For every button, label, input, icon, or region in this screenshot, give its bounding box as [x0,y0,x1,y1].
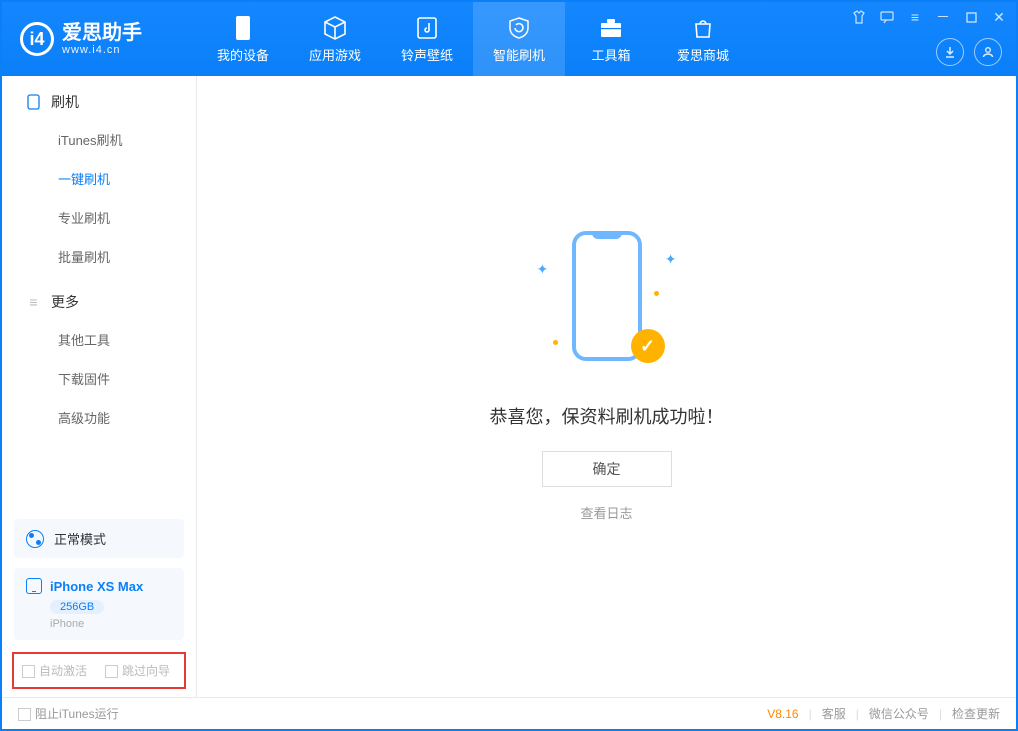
body: 刷机 iTunes刷机 一键刷机 专业刷机 批量刷机 ≡ 更多 其他工具 下载固… [2,76,1016,697]
options-highlight-box: 自动激活 跳过向导 [12,652,186,689]
sidebar: 刷机 iTunes刷机 一键刷机 专业刷机 批量刷机 ≡ 更多 其他工具 下载固… [2,76,197,697]
tab-label: 我的设备 [217,45,269,64]
check-update-link[interactable]: 检查更新 [952,705,1000,722]
music-note-icon [414,15,440,41]
support-link[interactable]: 客服 [822,705,846,722]
checkbox-label: 自动激活 [39,664,87,678]
checkbox-icon [22,665,35,678]
header: i4 爱思助手 www.i4.cn 我的设备 应用游戏 [2,2,1016,76]
tab-label: 爱思商城 [677,45,729,64]
tab-ringtone-wallpaper[interactable]: 铃声壁纸 [381,2,473,76]
tab-my-device[interactable]: 我的设备 [197,2,289,76]
group-title: 更多 [51,292,79,312]
tab-label: 应用游戏 [309,45,361,64]
phone-outline-icon [26,95,41,110]
footer: 阻止iTunes运行 V8.16 | 客服 | 微信公众号 | 检查更新 [2,697,1016,729]
checkbox-skip-guide[interactable]: 跳过向导 [105,662,170,679]
device-phone-icon [26,578,42,594]
sidebar-group-more: ≡ 更多 [2,276,196,320]
device-name: iPhone XS Max [50,579,143,594]
tab-label: 工具箱 [591,45,630,64]
sidebar-nav: 刷机 iTunes刷机 一键刷机 专业刷机 批量刷机 ≡ 更多 其他工具 下载固… [2,76,196,513]
device-row: iPhone XS Max [26,578,172,594]
checkbox-label: 跳过向导 [122,664,170,678]
logo-text: 爱思助手 www.i4.cn [62,22,142,56]
dot-icon [654,291,659,296]
cube-icon [322,15,348,41]
app-window: i4 爱思助手 www.i4.cn 我的设备 应用游戏 [0,0,1018,731]
sparkle-icon: ✦ [665,251,677,268]
mode-label: 正常模式 [54,529,106,548]
device-type: iPhone [50,618,172,630]
version-label: V8.16 [767,707,798,721]
checkbox-block-itunes[interactable]: 阻止iTunes运行 [18,705,119,722]
success-illustration: ✦ ✦ ✓ [527,221,687,381]
header-circle-actions [936,38,1002,66]
bag-icon [690,15,716,41]
account-icon[interactable] [974,38,1002,66]
device-storage-badge: 256GB [50,600,104,614]
shield-refresh-icon [506,15,532,41]
dot-icon [553,340,558,345]
sidebar-item-other-tools[interactable]: 其他工具 [2,320,196,359]
view-log-link[interactable]: 查看日志 [580,503,632,522]
logo-area: i4 爱思助手 www.i4.cn [2,2,197,76]
checkbox-auto-activate[interactable]: 自动激活 [22,662,87,679]
divider: | [809,707,812,721]
device-info-box[interactable]: iPhone XS Max 256GB iPhone [14,568,184,640]
device-mode-box[interactable]: 正常模式 [14,519,184,558]
footer-left: 阻止iTunes运行 [18,705,119,722]
tab-label: 铃声壁纸 [401,45,453,64]
app-subtitle: www.i4.cn [62,44,142,56]
tab-smart-flash[interactable]: 智能刷机 [473,2,565,76]
sidebar-item-onekey-flash[interactable]: 一键刷机 [2,159,196,198]
sidebar-item-pro-flash[interactable]: 专业刷机 [2,198,196,237]
divider: | [856,707,859,721]
ok-button[interactable]: 确定 [542,451,672,487]
checkbox-icon [18,708,31,721]
wechat-link[interactable]: 微信公众号 [869,705,929,722]
sparkle-icon: ✦ [537,261,549,278]
checkbox-label: 阻止iTunes运行 [35,707,119,721]
sidebar-item-download-firmware[interactable]: 下载固件 [2,359,196,398]
download-manager-icon[interactable] [936,38,964,66]
logo-icon: i4 [20,22,54,56]
feedback-icon[interactable] [878,8,896,26]
group-title: 刷机 [51,92,79,112]
skin-icon[interactable] [850,8,868,26]
sidebar-item-itunes-flash[interactable]: iTunes刷机 [2,120,196,159]
tab-toolbox[interactable]: 工具箱 [565,2,657,76]
sidebar-group-flash: 刷机 [2,76,196,120]
maximize-button[interactable] [962,8,980,26]
tab-label: 智能刷机 [493,45,545,64]
tab-store[interactable]: 爱思商城 [657,2,749,76]
footer-right: V8.16 | 客服 | 微信公众号 | 检查更新 [767,705,1000,722]
success-message: 恭喜您，保资料刷机成功啦！ [490,403,724,429]
briefcase-icon [598,15,624,41]
main-content: ✦ ✦ ✓ 恭喜您，保资料刷机成功啦！ 确定 查看日志 [197,76,1016,697]
divider: | [939,707,942,721]
close-button[interactable]: ✕ [990,8,1008,26]
sidebar-item-advanced[interactable]: 高级功能 [2,398,196,437]
window-controls: ≡ － ✕ [850,8,1008,26]
mode-icon [26,530,44,548]
sidebar-item-batch-flash[interactable]: 批量刷机 [2,237,196,276]
checkmark-badge-icon: ✓ [631,329,665,363]
phone-icon [230,15,256,41]
top-tabs: 我的设备 应用游戏 铃声壁纸 智能刷机 [197,2,749,76]
menu-icon[interactable]: ≡ [906,8,924,26]
checkbox-icon [105,665,118,678]
minimize-button[interactable]: － [934,8,952,26]
tab-apps-games[interactable]: 应用游戏 [289,2,381,76]
list-icon: ≡ [26,295,41,310]
app-title: 爱思助手 [62,22,142,44]
